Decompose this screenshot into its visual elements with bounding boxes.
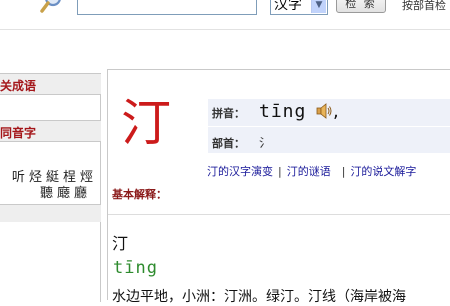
homophone-link[interactable]: 桯	[63, 170, 76, 185]
related-idioms-title: 关成语	[0, 79, 37, 93]
homophones-header: 同音字	[0, 120, 101, 142]
definition-text: 水边平地，小洲：汀洲。绿汀。汀线（海岸被海	[112, 289, 406, 305]
shuowen-link[interactable]: 汀的说文解字	[350, 165, 416, 178]
chevron-down-icon[interactable]: ▼	[311, 0, 326, 13]
evolution-link[interactable]: 汀的汉字演变	[207, 165, 273, 178]
homophone-link[interactable]: 烃	[29, 170, 42, 185]
related-links: 汀的汉字演变 | 汀的谜语 | 汀的说文解字	[207, 163, 416, 179]
divider: |	[278, 165, 282, 178]
divider	[0, 29, 450, 30]
divider: |	[341, 165, 346, 178]
search-button[interactable]: 检 索	[336, 0, 386, 13]
search-type-value: 汉字	[274, 0, 302, 13]
entry-character: 汀	[121, 94, 171, 152]
definition-character: 汀	[112, 234, 129, 253]
homophones-title: 同音字	[0, 126, 37, 140]
radical-index-link[interactable]: 按部首检	[402, 0, 446, 13]
homophone-link[interactable]: 烴	[80, 170, 93, 185]
magnifier-icon	[40, 0, 61, 13]
basic-explanation-title: 基本解释：	[112, 188, 167, 201]
definition-pinyin: tīng	[113, 258, 158, 278]
speaker-icon[interactable]	[316, 103, 332, 119]
homophone-link[interactable]: 廰	[57, 186, 70, 201]
homophones-list: 听烃綎桯烴 聽廰廳	[0, 170, 101, 202]
homophones-row: 聽廰廳	[0, 186, 87, 202]
sidebar: 关成语 同音字 听烃綎桯烴 聽廰廳	[0, 69, 101, 302]
pinyin-label: 拼音：	[212, 107, 245, 120]
homophone-link[interactable]: 聽	[40, 186, 53, 201]
divider	[208, 126, 450, 127]
sidebar-section-header	[0, 204, 101, 223]
sidebar-section-box	[0, 222, 101, 302]
radical-value: 氵	[259, 136, 272, 150]
related-idioms-header: 关成语	[0, 73, 101, 95]
search-type-select[interactable]: 汉字 ▼	[270, 0, 328, 15]
pinyin-suffix: ,	[333, 101, 339, 122]
homophones-row: 听烃綎桯烴	[0, 170, 93, 186]
related-idioms-box	[0, 95, 101, 120]
riddle-link[interactable]: 汀的谜语	[287, 165, 331, 178]
homophone-link[interactable]: 听	[12, 170, 25, 185]
search-input[interactable]	[77, 0, 257, 15]
homophone-link[interactable]: 廳	[74, 186, 87, 201]
radical-label: 部首：	[212, 137, 245, 150]
divider	[108, 214, 450, 215]
pinyin-value: tīng	[259, 101, 307, 122]
homophone-link[interactable]: 綎	[46, 170, 59, 185]
